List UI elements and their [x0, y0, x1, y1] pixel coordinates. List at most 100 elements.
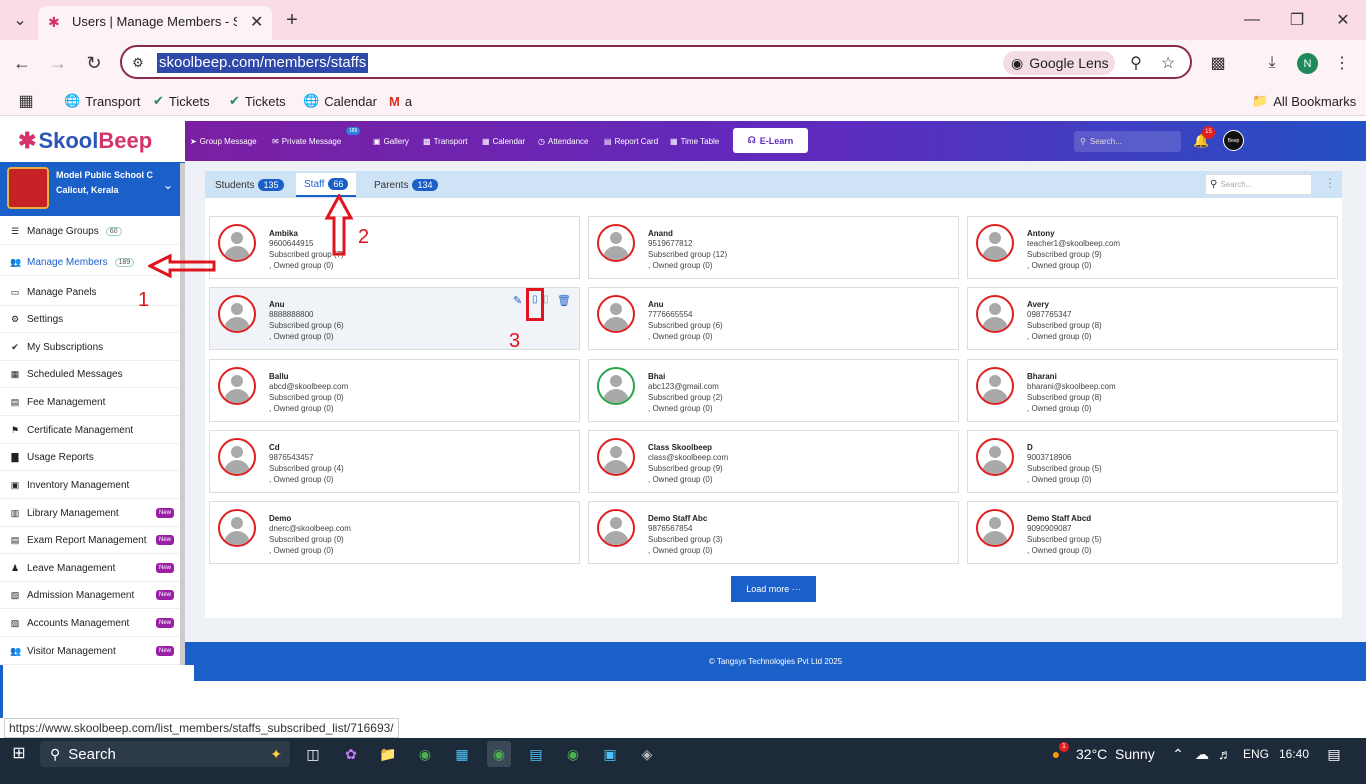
star-icon[interactable]: ☆ [1158, 52, 1178, 74]
download-icon[interactable]: ⤓ [1262, 52, 1282, 74]
member-card[interactable]: Avery 0987765347 Subscribed group (8) , Own… [967, 287, 1338, 350]
reload-icon[interactable]: ↻ [84, 52, 104, 74]
network-icon[interactable]: ☁ [1193, 741, 1211, 767]
clock-time[interactable]: 16:40 [1279, 741, 1309, 767]
member-card[interactable]: Ambika 9600644915 Subscribed group (7), Ow… [209, 216, 580, 279]
chrome-active-icon[interactable]: ◉ [487, 741, 511, 767]
notification-center-icon[interactable]: ▤ [1324, 741, 1344, 767]
sidebar-item-manage-groups[interactable]: ☰ Manage Groups 60 [0, 218, 180, 245]
tab-parents[interactable]: Parents 134 [366, 173, 446, 197]
language-indicator[interactable]: ENG [1243, 741, 1269, 767]
taskbar-search[interactable]: ⚲ Search ✦ [40, 741, 290, 767]
back-icon[interactable]: ← [12, 52, 32, 74]
bookmark-gmail[interactable]: Ma [389, 91, 412, 111]
sidebar-item-visitor-management[interactable]: 👥 Visitor Management New [0, 638, 180, 665]
google-lens-button[interactable]: ◉ Google Lens [1003, 51, 1115, 75]
nav-calendar[interactable]: ▦ Calendar [482, 121, 525, 161]
notepad-icon[interactable]: ▤ [525, 741, 547, 767]
minimize-icon[interactable]: — [1242, 9, 1262, 31]
browser-tab[interactable]: ✱ Users | Manage Members - Staf ✕ [38, 6, 272, 40]
bookmark-tickets-1[interactable]: ✔ Tickets [153, 91, 210, 111]
sidebar-item-inventory-management[interactable]: ▣ Inventory Management [0, 472, 180, 499]
sidebar-item-settings[interactable]: ⚙ Settings [0, 306, 180, 333]
nav-time-table[interactable]: ▦ Time Table [670, 121, 719, 161]
restore-icon[interactable]: ❐ [1287, 9, 1307, 31]
member-card[interactable]: Anand 9519677812 Subscribed group (12) , Ow… [588, 216, 959, 279]
chart-icon: ▇ [11, 451, 19, 462]
delete-icon[interactable]: 🗑 [557, 294, 571, 307]
sidebar-item-admission-management[interactable]: ▧ Admission Management New [0, 582, 180, 609]
member-card[interactable]: Anu 7776665554 Subscribed group (6) , Owned… [588, 287, 959, 350]
member-card[interactable]: D 9003718906 Subscribed group (5) , Owned g… [967, 430, 1338, 493]
sidebar-bottom [0, 665, 194, 718]
apps-grid-icon[interactable]: ▦ [16, 91, 36, 111]
sidebar-item-my-subscriptions[interactable]: ✔ My Subscriptions [0, 334, 180, 361]
sidebar-item-leave-management[interactable]: ♟ Leave Management New [0, 555, 180, 582]
store-icon[interactable]: ▦ [451, 741, 473, 767]
photos-icon[interactable]: ▣ [599, 741, 621, 767]
close-tab-icon[interactable]: ✕ [250, 12, 263, 32]
speaker-icon[interactable]: ♬ [1216, 741, 1234, 767]
member-card[interactable]: Demo Staff Abc 9876567854 Subscribed group… [588, 501, 959, 564]
member-card[interactable]: Demo dnerc@skoolbeep.com Subscribed group … [209, 501, 580, 564]
nav-report-card[interactable]: ▤ Report Card [604, 121, 658, 161]
member-card[interactable]: Antony teacher1@skoolbeep.com Subscribed g… [967, 216, 1338, 279]
sidebar-item-exam-report-management[interactable]: ▤ Exam Report Management New [0, 527, 180, 554]
member-search-input[interactable]: ⚲ Search... [1205, 174, 1312, 195]
zoom-icon[interactable]: ⚲ [1126, 52, 1146, 74]
copilot-icon[interactable]: ✿ [340, 741, 362, 767]
nav-transport[interactable]: ▩ Transport [423, 121, 468, 161]
elearn-button[interactable]: ☊ E-Learn [733, 128, 808, 153]
nav-private-message[interactable]: ✉ Private Message [272, 121, 341, 161]
task-view-icon[interactable]: ◫ [302, 741, 324, 767]
chrome-profile-icon[interactable]: ◉ [562, 741, 584, 767]
load-more-button[interactable]: Load more ··· [731, 576, 816, 602]
forward-icon[interactable]: → [48, 52, 68, 74]
weather-condition[interactable]: Sunny [1115, 741, 1155, 767]
tab-students[interactable]: Students 135 [207, 173, 292, 197]
close-window-icon[interactable]: ✕ [1333, 9, 1353, 31]
sidebar-item-manage-panels[interactable]: ▭ Manage Panels [0, 279, 180, 306]
nav-attendance[interactable]: ◷ Attendance [538, 121, 588, 161]
bookmark-tickets-2[interactable]: ✔ Tickets [229, 91, 286, 111]
nav-group-message[interactable]: ➤ Group Message [190, 121, 257, 161]
sidebar-item-certificate-management[interactable]: ⚑ Certificate Management [0, 417, 180, 444]
windows-start-icon[interactable]: ⊞ [8, 742, 30, 764]
all-bookmarks[interactable]: 📁 All Bookmarks [1252, 91, 1356, 111]
more-options-icon[interactable]: ⋮ [1324, 176, 1336, 190]
member-card[interactable]: Bhai abc123@gmail.com Subscribed group (2)… [588, 359, 959, 422]
member-card[interactable]: Anu 8888888800 Subscribed group (6) , Owned… [209, 287, 580, 350]
sidebar-item-fee-management[interactable]: ▤ Fee Management [0, 389, 180, 416]
member-owned: , Owned group (0) [648, 261, 713, 270]
menu-kebab-icon[interactable]: ⋮ [1334, 52, 1350, 74]
avatar [976, 295, 1014, 333]
sidebar-item-usage-reports[interactable]: ▇ Usage Reports [0, 444, 180, 471]
member-card[interactable]: Class Skoolbeep class@skoolbeep.com Subscr… [588, 430, 959, 493]
user-avatar[interactable]: Beep [1223, 130, 1244, 151]
new-tab-icon[interactable]: + [282, 9, 302, 31]
profile-avatar[interactable]: N [1297, 53, 1318, 74]
nav-gallery[interactable]: ▣ Gallery [373, 121, 409, 161]
member-card[interactable]: Demo Staff Abcd 9090909087 Subscribed grou… [967, 501, 1338, 564]
sidebar-item-library-management[interactable]: ▥ Library Management New [0, 500, 180, 527]
tab-search-chevron-icon[interactable]: ⌄ [8, 10, 32, 30]
sidebar-item-accounts-management[interactable]: ▨ Accounts Management New [0, 610, 180, 637]
extensions-icon[interactable]: ▩ [1208, 52, 1228, 74]
url-text[interactable]: skoolbeep.com/members/staffs [157, 53, 369, 73]
chrome-icon[interactable]: ◉ [414, 741, 436, 767]
gear-icon: ⚙ [10, 313, 20, 324]
member-card[interactable]: Cd 9876543457 Subscribed group (4) , Owned … [209, 430, 580, 493]
nav-search-input[interactable]: ⚲ Search... [1074, 131, 1181, 152]
tray-chevron-icon[interactable]: ⌃ [1170, 741, 1186, 767]
weather-temp[interactable]: 32°C [1076, 741, 1107, 767]
bookmark-calendar[interactable]: 🌐 Calendar [303, 91, 377, 111]
member-card[interactable]: Bharani bharani@skoolbeep.com Subscribed g… [967, 359, 1338, 422]
sidebar-item-scheduled-messages[interactable]: ▦ Scheduled Messages [0, 361, 180, 388]
member-card[interactable]: Ballu abcd@skoolbeep.com Subscribed group … [209, 359, 580, 422]
edit-icon[interactable]: ✎ [513, 294, 522, 307]
skoolbeep-logo[interactable]: ✱ Skool Beep [0, 120, 185, 162]
site-info-icon[interactable]: ⚙ [130, 53, 146, 73]
file-explorer-icon[interactable]: 📁 [377, 741, 399, 767]
paint-icon[interactable]: ◈ [636, 741, 658, 767]
bookmark-transport[interactable]: 🌐 Transport [64, 91, 140, 111]
